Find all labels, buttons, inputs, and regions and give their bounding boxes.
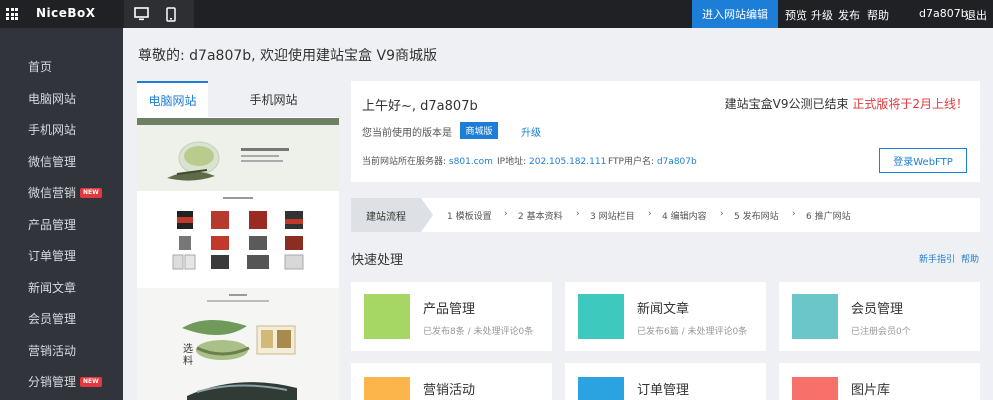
tab-mobile-site[interactable]: 手机网站 — [208, 81, 339, 117]
sidebar: 首页 电脑网站 手机网站 微信管理 微信营销 NEW 产品管理 订单管理 新闻文章… — [0, 28, 123, 400]
flow-step[interactable]: 1 模板设置 — [447, 209, 492, 222]
beginner-guide-link[interactable]: 新手指引 — [919, 255, 955, 265]
beta-notice: 建站宝盒V9公测已结束 正式版将于2月上线！ — [724, 97, 968, 111]
desktop-icon[interactable] — [132, 5, 150, 23]
version-badge: 商城版 — [460, 122, 498, 139]
flow-step[interactable]: 6 推广网站 — [806, 209, 851, 222]
ftp-user-info: FTP用户名: d7a807b — [608, 157, 697, 167]
login-webftp-button[interactable]: 登录WebFTP — [879, 148, 967, 173]
site-build-flow: 建站流程 1 模板设置 › 2 基本资料 › 3 网站栏目 › 4 编辑内容 ›… — [351, 198, 980, 232]
chevron-right-icon: › — [576, 209, 580, 219]
chevron-right-icon: › — [792, 209, 796, 219]
apps-grid-icon[interactable] — [0, 0, 24, 28]
members-icon — [792, 294, 838, 339]
new-badge: NEW — [80, 376, 102, 387]
tile-news[interactable]: 新闻文章 已发布6篇 / 未处理评论0条 — [565, 282, 766, 351]
quick-help-links: 新手指引 帮助 — [919, 252, 985, 265]
tile-products[interactable]: 产品管理 已发布8条 / 未处理评论0条 — [351, 282, 552, 351]
upgrade-link[interactable]: 升级 — [811, 7, 833, 23]
sidebar-item-campaigns[interactable]: 营销活动 — [28, 342, 76, 359]
flow-step[interactable]: 5 发布网站 — [734, 209, 779, 222]
account-info-card: 上午好~, d7a807b 建站宝盒V9公测已结束 正式版将于2月上线！ 您当前… — [351, 81, 980, 182]
flow-step[interactable]: 4 编辑内容 — [662, 209, 707, 222]
version-upgrade-link[interactable]: 升级 — [521, 124, 541, 139]
sidebar-item-news[interactable]: 新闻文章 — [28, 279, 76, 296]
logout-link[interactable]: 退出 — [965, 7, 987, 23]
svg-text:料: 料 — [183, 354, 193, 367]
help-link[interactable]: 帮助 — [867, 7, 889, 23]
preview-link[interactable]: 预览 — [785, 7, 807, 23]
publish-link[interactable]: 发布 — [838, 7, 860, 23]
help-link[interactable]: 帮助 — [961, 255, 979, 265]
quick-actions-title: 快速处理 — [351, 253, 404, 268]
new-badge: NEW — [80, 187, 102, 198]
site-thumbnail-tea[interactable]: 选 料 — [137, 288, 339, 400]
welcome-message: 尊敬的: d7a807b, 欢迎使用建站宝盒 V9商城版 — [138, 48, 437, 64]
chevron-right-icon: › — [648, 209, 652, 219]
products-icon — [364, 294, 410, 339]
flow-step[interactable]: 3 网站栏目 — [590, 209, 635, 222]
tile-campaigns[interactable]: 营销活动 — [351, 363, 552, 400]
server-info: 当前网站所在服务器: s801.com — [362, 157, 493, 167]
sidebar-item-mobile-site[interactable]: 手机网站 — [28, 121, 76, 138]
sidebar-item-distribution[interactable]: 分销管理 NEW — [28, 373, 102, 390]
site-thumbnail-products[interactable] — [137, 191, 339, 288]
sidebar-item-members[interactable]: 会员管理 — [28, 310, 76, 327]
version-label: 您当前使用的版本是 — [362, 128, 452, 139]
flow-title: 建站流程 — [351, 198, 421, 232]
chevron-right-icon: › — [504, 209, 508, 219]
flow-arrow — [421, 198, 433, 232]
device-switcher — [124, 0, 194, 28]
sidebar-item-orders[interactable]: 订单管理 — [28, 247, 76, 264]
site-preview-panel: 电脑网站 手机网站 选 料 — [137, 81, 339, 400]
tile-orders[interactable]: 订单管理 — [565, 363, 766, 400]
image-library-icon — [792, 377, 838, 400]
svg-text:选: 选 — [183, 342, 193, 355]
chevron-right-icon: › — [720, 209, 724, 219]
site-thumbnail-banner[interactable] — [137, 118, 339, 191]
time-greeting: 上午好~, d7a807b — [362, 99, 478, 114]
sidebar-item-products[interactable]: 产品管理 — [28, 216, 76, 233]
enter-site-editor-button[interactable]: 进入网站编辑 — [692, 0, 778, 28]
sidebar-item-home[interactable]: 首页 — [28, 58, 52, 75]
flow-step[interactable]: 2 基本资料 — [518, 209, 563, 222]
sidebar-item-wechat-marketing[interactable]: 微信营销 NEW — [28, 184, 102, 201]
username[interactable]: d7a807b — [919, 7, 968, 20]
tile-image-library[interactable]: 图片库 — [779, 363, 980, 400]
tab-pc-site[interactable]: 电脑网站 — [137, 81, 208, 117]
tile-members[interactable]: 会员管理 已注册会员0个 — [779, 282, 980, 351]
news-icon — [578, 294, 624, 339]
ip-info: IP地址: 202.105.182.111 — [497, 157, 607, 167]
sidebar-item-pc-site[interactable]: 电脑网站 — [28, 90, 76, 107]
mobile-icon[interactable] — [162, 5, 180, 23]
top-bar: NiceBoX 进入网站编辑 预览 升级 发布 帮助 d7a807b 退出 — [0, 0, 993, 28]
logo: NiceBoX — [36, 6, 96, 20]
sidebar-item-wechat[interactable]: 微信管理 — [28, 153, 76, 170]
campaigns-icon — [364, 377, 410, 400]
orders-icon — [578, 377, 624, 400]
